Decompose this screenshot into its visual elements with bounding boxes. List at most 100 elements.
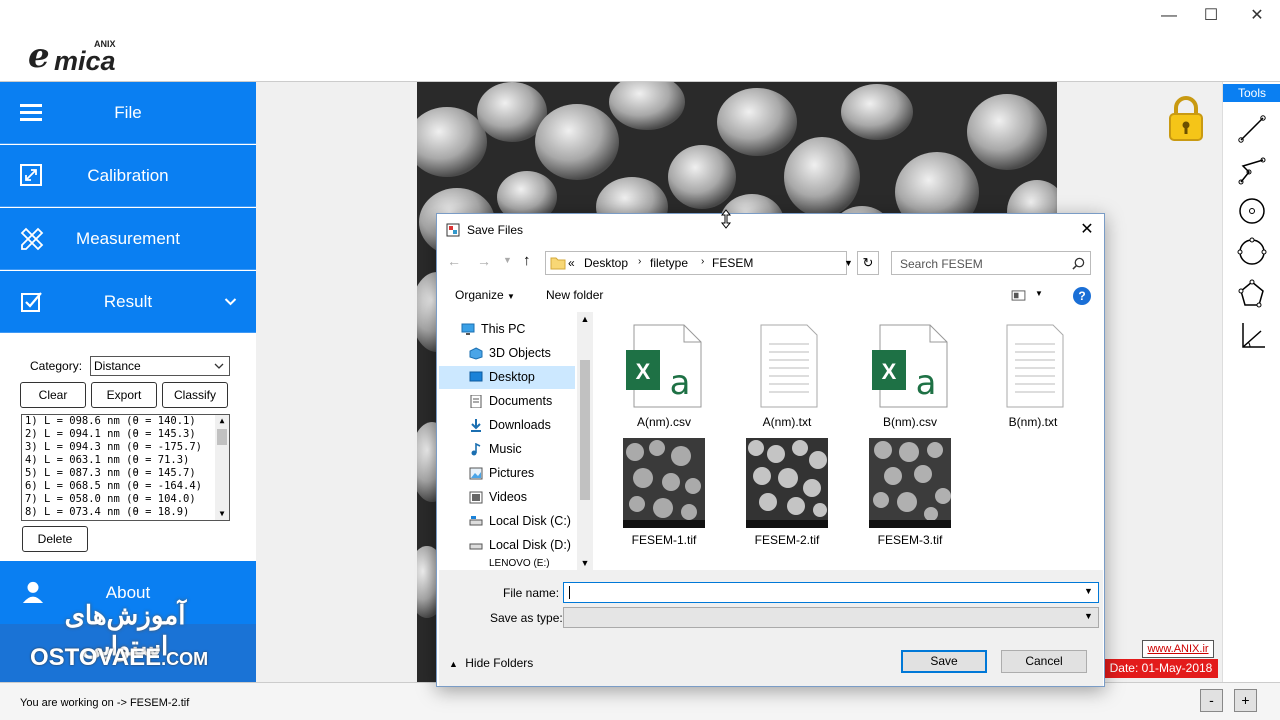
search-input[interactable]: Search FESEM (891, 251, 1091, 275)
sidebar-item-measurement[interactable]: Measurement (0, 208, 256, 270)
organize-label: Organize (455, 288, 504, 302)
nav-item-pictures[interactable]: Pictures (439, 462, 577, 485)
save-type-select[interactable]: ▼ (563, 607, 1099, 628)
zoom-in-button[interactable]: + (1234, 689, 1257, 712)
list-item[interactable]: 6) L = 068.5 nm (θ = -164.4) (22, 480, 229, 493)
breadcrumb-fesem[interactable]: FESEM (712, 256, 753, 270)
recent-dropdown[interactable]: ▼ (503, 255, 512, 265)
hide-folders-toggle[interactable]: ▲ Hide Folders (449, 656, 533, 670)
downloads-icon (471, 419, 481, 432)
nav-scrollbar[interactable]: ▲ ▼ (577, 312, 593, 570)
search-placeholder: Search FESEM (900, 257, 983, 271)
sidebar-item-calibration[interactable]: Calibration (0, 145, 256, 207)
help-button[interactable]: ? (1073, 287, 1091, 305)
list-item[interactable]: 5) L = 087.3 nm (θ = 145.7) (22, 467, 229, 480)
anix-link[interactable]: www.ANIX.ir (1142, 640, 1214, 658)
nav-item-label: Pictures (489, 466, 535, 480)
clear-button[interactable]: Clear (20, 382, 86, 408)
new-folder-button[interactable]: New folder (546, 288, 603, 302)
list-item[interactable]: 7) L = 058.0 nm (θ = 104.0) (22, 493, 229, 506)
text-cursor (569, 586, 570, 599)
refresh-button[interactable]: ↻ (857, 251, 879, 275)
svg-text:X: X (882, 359, 897, 384)
breadcrumb-desktop[interactable]: Desktop (584, 256, 628, 270)
list-item[interactable]: 3) L = 094.3 nm (θ = -175.7) (22, 441, 229, 454)
address-bar[interactable]: « Desktop › filetype › FESEM ▼ (545, 251, 853, 275)
scroll-up-arrow[interactable]: ▲ (215, 415, 229, 427)
file-item[interactable]: FESEM-3.tif (855, 438, 965, 547)
chevron-down-icon (214, 363, 224, 369)
file-item[interactable]: Xa A(nm).csv (609, 324, 719, 429)
list-item[interactable]: 1) L = 098.6 nm (θ = 140.1) (22, 415, 229, 428)
nav-item-disk-d[interactable]: Local Disk (D:) (439, 534, 577, 557)
nav-item-downloads[interactable]: Downloads (439, 414, 577, 437)
line-tool-icon[interactable] (1235, 112, 1269, 146)
watermark: آموزش‌های استوایی OSTOVAEE.COM (0, 600, 256, 682)
image-thumbnail-icon (869, 438, 951, 528)
sidebar: File Calibration Measurement Result Cate… (0, 82, 256, 682)
nav-item-3d-objects[interactable]: 3D Objects (439, 342, 577, 365)
minimize-button[interactable]: — (1146, 0, 1192, 32)
scroll-thumb[interactable] (580, 360, 590, 500)
scroll-thumb[interactable] (217, 429, 227, 445)
image-thumbnail-icon (623, 438, 705, 528)
file-item[interactable]: FESEM-2.tif (732, 438, 842, 547)
sidebar-item-file[interactable]: File (0, 82, 256, 144)
nav-item-label: Local Disk (C:) (489, 514, 571, 528)
nav-item-music[interactable]: Music (439, 438, 577, 461)
breadcrumb-filetype[interactable]: filetype (650, 256, 688, 270)
chevron-up-icon: ▲ (449, 659, 458, 669)
nav-item-disk-c[interactable]: Local Disk (C:) (439, 510, 577, 533)
file-item[interactable]: FESEM-1.tif (609, 438, 719, 547)
nav-item-this-pc[interactable]: This PC (439, 318, 577, 341)
list-scrollbar[interactable]: ▲ ▼ (215, 415, 229, 520)
scroll-down-arrow[interactable]: ▼ (577, 556, 593, 570)
zoom-out-button[interactable]: - (1200, 689, 1223, 712)
cancel-button[interactable]: Cancel (1001, 650, 1087, 673)
sidebar-item-label: Calibration (87, 166, 169, 185)
scroll-up-arrow[interactable]: ▲ (577, 312, 593, 326)
export-button[interactable]: Export (91, 382, 157, 408)
angle-tool-icon[interactable] (1235, 319, 1269, 353)
music-icon (471, 443, 481, 456)
circle-three-point-tool-icon[interactable] (1235, 235, 1269, 269)
maximize-button[interactable]: ☐ (1188, 0, 1234, 32)
save-button[interactable]: Save (901, 650, 987, 673)
file-name-input[interactable]: ▼ (563, 582, 1099, 603)
organize-menu[interactable]: Organize ▼ (455, 288, 515, 302)
polygon-tool-icon[interactable] (1235, 277, 1269, 311)
nav-item-documents[interactable]: Documents (439, 390, 577, 413)
file-name: B(nm).csv (883, 415, 937, 429)
file-item[interactable]: A(nm).txt (732, 324, 842, 429)
sidebar-item-result[interactable]: Result (0, 271, 256, 333)
lock-button[interactable] (1166, 94, 1206, 142)
forward-button[interactable]: → (477, 253, 491, 269)
list-item[interactable]: 4) L = 063.1 nm (θ = 71.3) (22, 454, 229, 467)
breadcrumb-overflow[interactable]: « (568, 256, 575, 270)
list-item[interactable]: 2) L = 094.1 nm (θ = 145.3) (22, 428, 229, 441)
view-options-button[interactable]: ▼ (1011, 287, 1045, 305)
nav-item-label: 3D Objects (489, 346, 551, 360)
classify-button[interactable]: Classify (162, 382, 228, 408)
nav-item-videos[interactable]: Videos (439, 486, 577, 509)
category-select[interactable]: Distance (90, 356, 230, 376)
circle-center-tool-icon[interactable] (1235, 194, 1269, 228)
nav-item-desktop[interactable]: Desktop (439, 366, 575, 389)
close-window-button[interactable]: ✕ (1234, 0, 1280, 32)
back-button[interactable]: ← (447, 253, 461, 269)
polyline-tool-icon[interactable] (1235, 154, 1269, 188)
delete-button[interactable]: Delete (22, 526, 88, 552)
file-item[interactable]: B(nm).txt (978, 324, 1088, 429)
up-button[interactable]: ↑ (523, 252, 531, 269)
list-item[interactable]: 8) L = 073.4 nm (θ = 18.9) (22, 506, 229, 519)
dialog-close-button[interactable]: ✕ (1073, 218, 1101, 242)
chevron-down-icon[interactable]: ▼ (844, 258, 853, 268)
chevron-down-icon[interactable]: ▼ (1084, 586, 1093, 596)
file-item[interactable]: Xa B(nm).csv (855, 324, 965, 429)
3d-objects-icon (469, 347, 483, 360)
measurement-list[interactable]: 1) L = 098.6 nm (θ = 140.1) 2) L = 094.1… (21, 414, 230, 521)
dialog-footer: File name: ▼ Save as type: ▼ ▲ Hide Fold… (439, 570, 1103, 686)
nav-item-disk-e[interactable]: LENOVO (E:) (439, 558, 577, 570)
nav-item-label: This PC (481, 322, 526, 336)
scroll-down-arrow[interactable]: ▼ (215, 508, 229, 520)
